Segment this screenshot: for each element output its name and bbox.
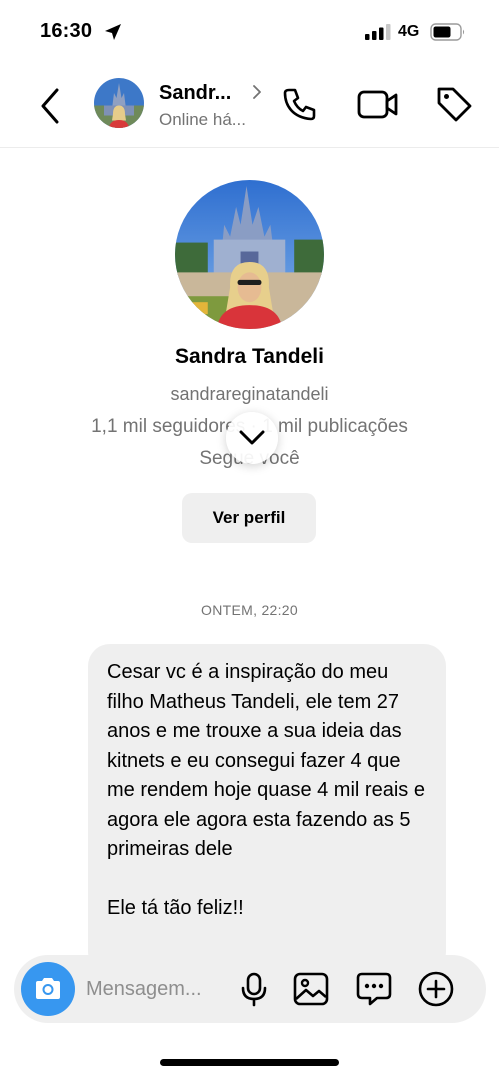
scroll-to-bottom-button[interactable] <box>226 412 278 464</box>
profile-username: sandrareginatandeli <box>170 384 329 404</box>
view-profile-button[interactable]: Ver perfil <box>182 493 316 543</box>
home-indicator[interactable] <box>160 1059 339 1066</box>
message-bubble[interactable]: Cesar vc é a inspiração do meu filho Mat… <box>88 644 446 974</box>
more-options-button[interactable] <box>417 970 455 1008</box>
phone-icon <box>283 88 316 121</box>
contact-avatar-image <box>94 78 144 128</box>
video-call-button[interactable] <box>356 84 400 124</box>
camera-icon <box>36 978 60 999</box>
image-gallery-icon <box>293 972 329 1006</box>
back-arrow-icon <box>41 88 59 124</box>
tag-icon <box>437 87 472 122</box>
microphone-icon <box>241 972 267 1007</box>
status-bar: 16:30 4G <box>0 0 499 64</box>
sticker-button[interactable] <box>355 971 393 1007</box>
tag-button[interactable] <box>434 84 474 124</box>
plus-icon <box>418 971 454 1007</box>
chat-header: Sandr... Online há... <box>0 64 499 148</box>
message-timestamp: ONTEM, 22:20 <box>201 602 298 618</box>
voice-call-button[interactable] <box>280 84 320 124</box>
signal-icon <box>365 24 391 40</box>
message-composer <box>14 955 486 1023</box>
contact-name[interactable]: Sandr... <box>159 82 231 105</box>
message-input[interactable] <box>86 975 226 1003</box>
contact-avatar[interactable] <box>94 78 144 128</box>
message-text: Cesar vc é a inspiração do meu filho Mat… <box>107 661 425 860</box>
profile-display-name: Sandra Tandeli <box>175 345 324 368</box>
voice-message-button[interactable] <box>236 971 272 1007</box>
profile-avatar[interactable] <box>175 180 324 329</box>
chevron-right-icon[interactable] <box>250 84 264 100</box>
sticker-icon <box>356 972 392 1006</box>
battery-icon <box>430 23 466 41</box>
back-button[interactable] <box>34 86 66 126</box>
profile-avatar-image <box>175 180 324 329</box>
contact-online-status: Online há... <box>159 110 246 129</box>
network-type: 4G <box>398 23 420 40</box>
status-time: 16:30 <box>40 20 93 42</box>
camera-button[interactable] <box>21 962 75 1016</box>
video-camera-icon <box>357 90 398 119</box>
chevron-down-icon <box>239 430 265 445</box>
gallery-button[interactable] <box>292 971 330 1007</box>
message-text: Ele tá tão feliz!! <box>107 896 244 919</box>
location-arrow-icon <box>103 22 123 42</box>
